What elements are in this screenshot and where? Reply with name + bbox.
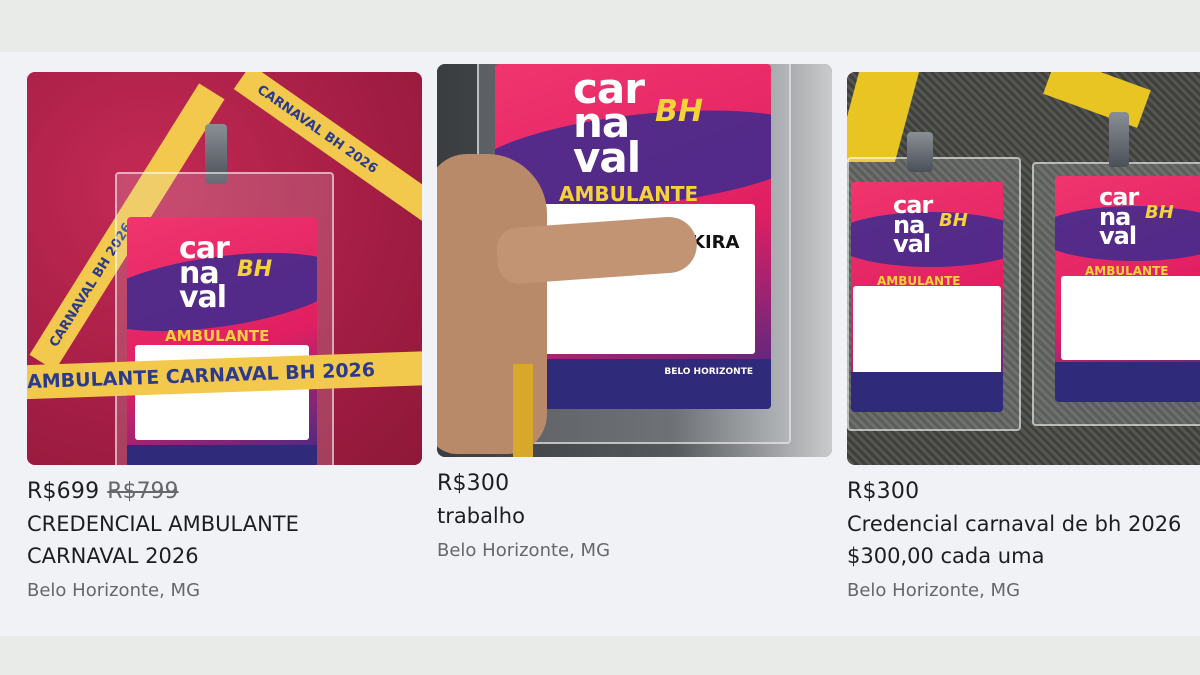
listing-card-3[interactable]: car na val BH AMBULANTE car na val BH AM…: [847, 72, 1200, 601]
listing-price: R$699: [27, 479, 100, 504]
badge-clip: [1109, 112, 1129, 167]
marketplace-results-panel: CARNAVAL BH 2026 CARNAVAL BH 2026 car na…: [0, 52, 1200, 636]
badge-logo: car na val: [1099, 183, 1139, 251]
lanyard-strap: [513, 364, 533, 457]
listing-card-2[interactable]: car na val BH AMBULANTE KIRA BELO HORIZO…: [437, 64, 832, 561]
badge-bh-mark: BH: [655, 94, 703, 129]
listing-title-line: trabalho: [437, 504, 525, 528]
badge-name-text: KIRA: [691, 232, 740, 253]
listing-location: Belo Horizonte, MG: [27, 580, 201, 601]
listing-location: Belo Horizonte, MG: [847, 580, 1021, 601]
badge-bh-mark: BH: [939, 210, 968, 231]
listing-title-line: CREDENCIAL AMBULANTE: [27, 512, 299, 536]
listing-title[interactable]: CREDENCIAL AMBULANTE CARNAVAL 2026: [27, 508, 422, 572]
listing-photo-2[interactable]: car na val BH AMBULANTE KIRA BELO HORIZO…: [437, 64, 832, 457]
lanyard-text-main: AMBULANTE CARNAVAL BH 2026: [27, 359, 376, 394]
badge-clip: [907, 132, 933, 172]
listing-card-1[interactable]: CARNAVAL BH 2026 CARNAVAL BH 2026 car na…: [27, 72, 422, 601]
listing-title-line: $300,00 cada uma: [847, 544, 1045, 568]
badge-role: AMBULANTE: [165, 327, 270, 345]
price-row: R$699 R$799: [27, 479, 422, 504]
badge-role: AMBULANTE: [559, 182, 699, 206]
badge-sponsor-text: BELO HORIZONTE: [664, 367, 753, 377]
badge-logo: car na val: [179, 231, 230, 316]
listing-title[interactable]: Credencial carnaval de bh 2026 $300,00 c…: [847, 508, 1200, 572]
listing-location: Belo Horizonte, MG: [437, 540, 611, 561]
event-badge: car na val BH AMBULANTE: [127, 217, 317, 465]
listing-price: R$300: [437, 471, 510, 496]
badge-logo: car na val: [573, 64, 645, 182]
badge-name-box: [853, 286, 1001, 374]
event-badge: car na val BH AMBULANTE: [1055, 176, 1200, 402]
badge-logo: car na val: [893, 191, 933, 259]
badge-name-box: [1061, 276, 1200, 360]
listing-title[interactable]: trabalho: [437, 500, 832, 532]
event-badge: car na val BH AMBULANTE: [851, 182, 1003, 412]
price-row: R$300: [847, 479, 1200, 504]
listing-title-line: CARNAVAL 2026: [27, 544, 199, 568]
badge-bh-mark: BH: [237, 257, 273, 282]
listing-title-line: Credencial carnaval de bh 2026: [847, 512, 1182, 536]
listing-price: R$300: [847, 479, 920, 504]
listing-photo-3[interactable]: car na val BH AMBULANTE car na val BH AM…: [847, 72, 1200, 465]
listing-photo-1[interactable]: CARNAVAL BH 2026 CARNAVAL BH 2026 car na…: [27, 72, 422, 465]
listing-old-price: R$799: [107, 479, 179, 504]
price-row: R$300: [437, 471, 832, 496]
badge-bh-mark: BH: [1145, 202, 1174, 223]
